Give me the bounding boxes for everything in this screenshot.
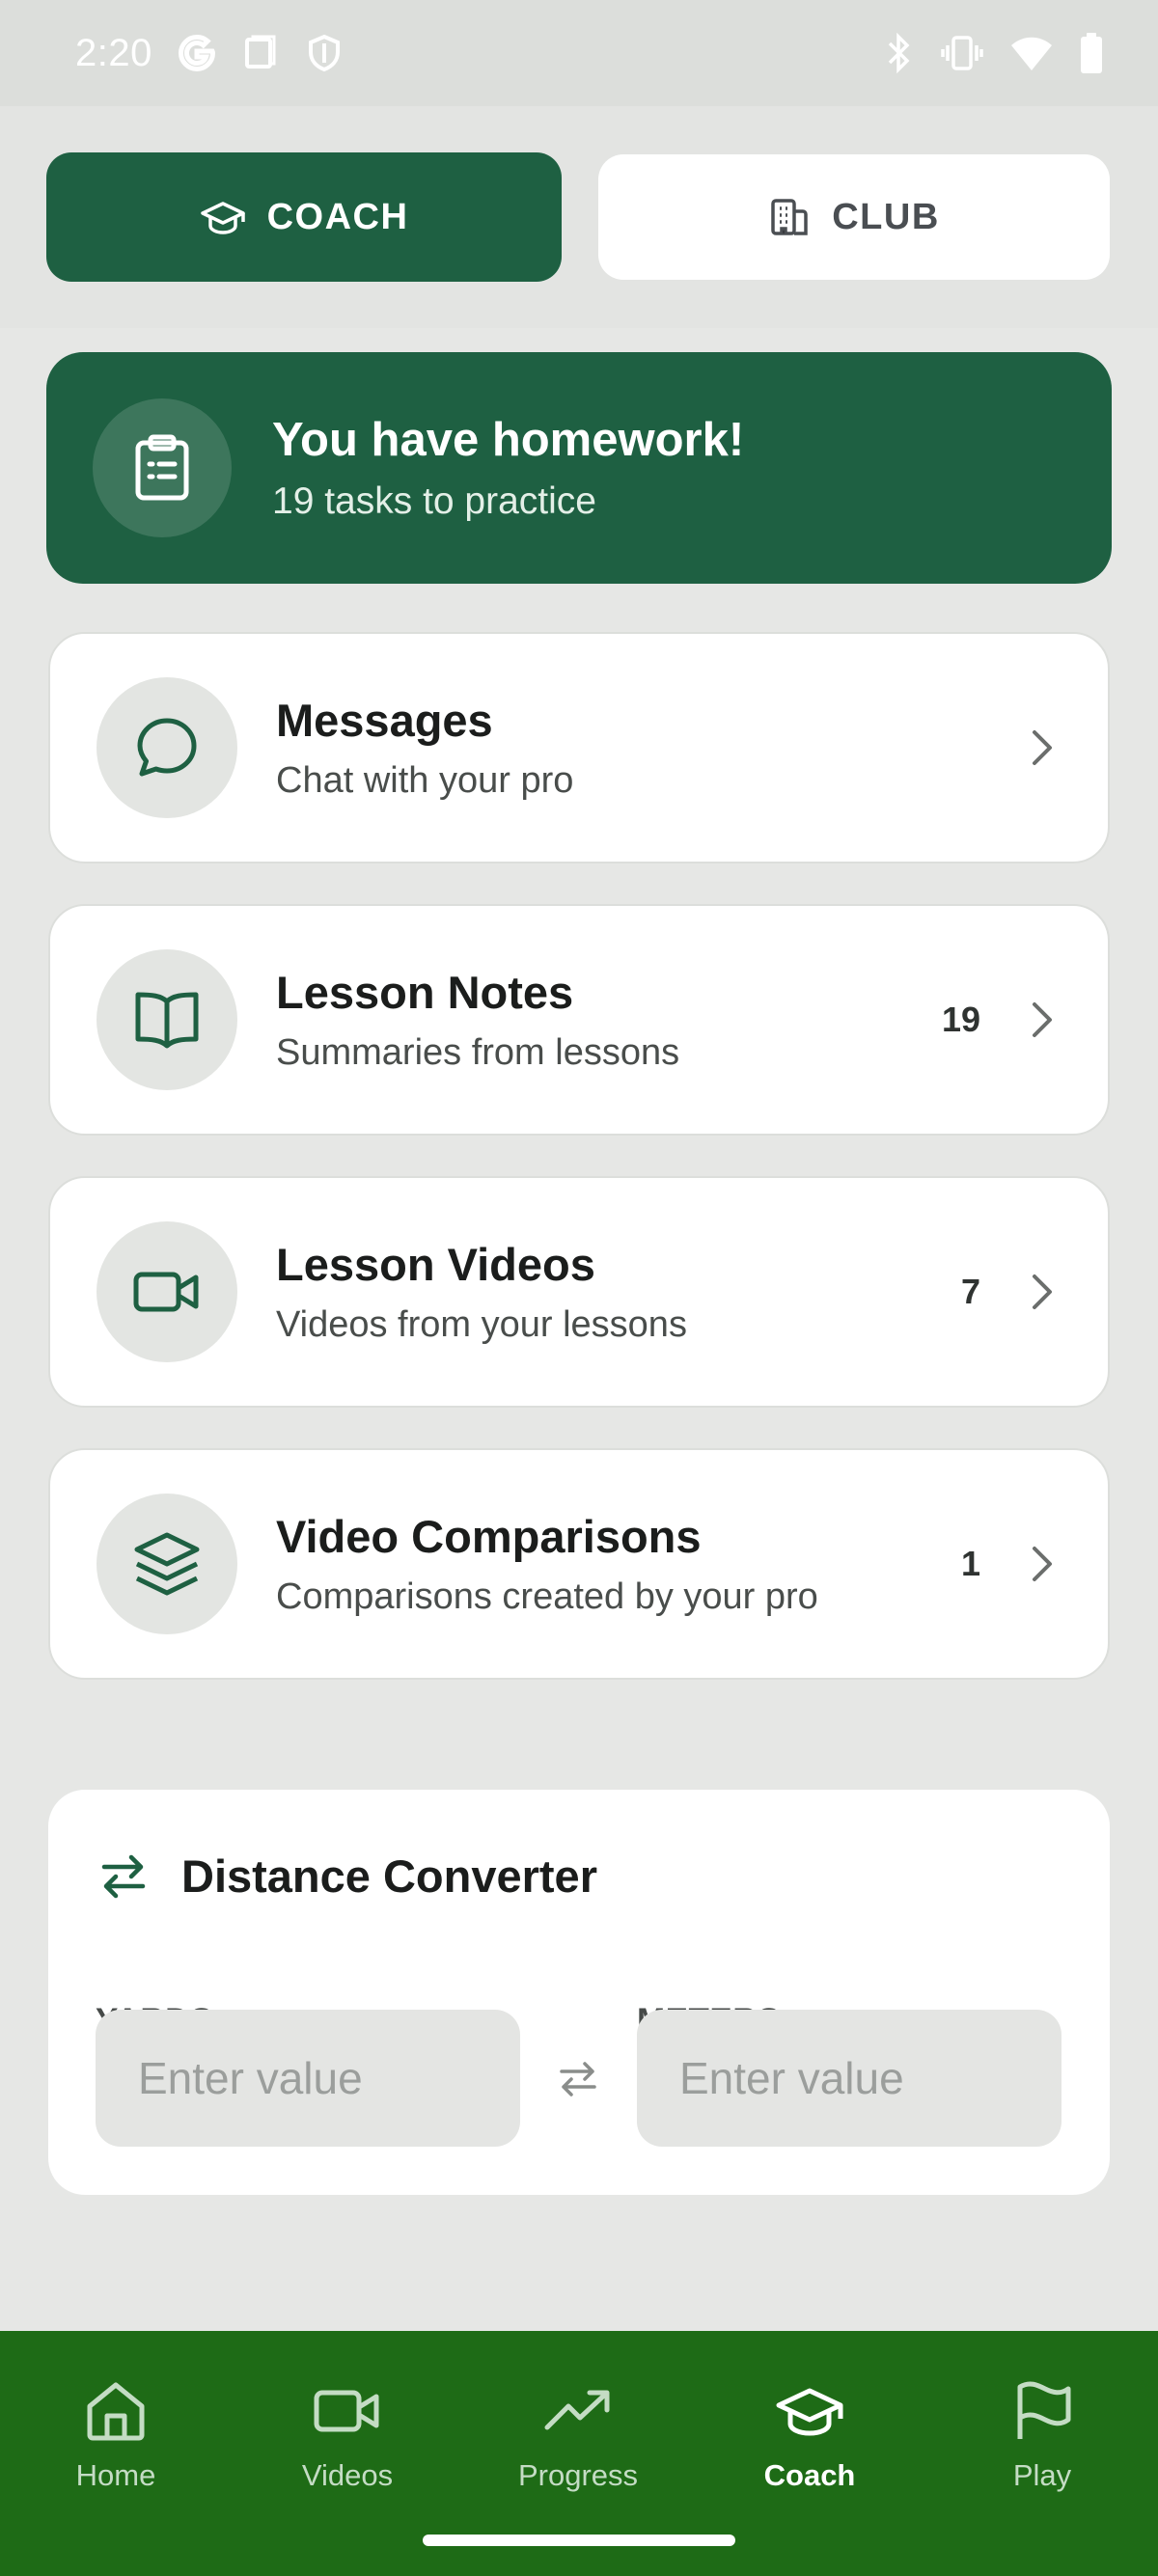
clipboard-icon (130, 434, 194, 502)
card-title: Video Comparisons (276, 1511, 702, 1562)
video-comparisons-text: Video Comparisons Comparisons created by… (276, 1510, 961, 1618)
card-subtitle: Summaries from lessons (276, 1032, 680, 1073)
screen-icon (241, 34, 280, 72)
nav-item-play[interactable]: Play (946, 2379, 1139, 2493)
homework-title: You have homework! (272, 414, 745, 466)
nav-item-progress[interactable]: Progress (482, 2379, 675, 2493)
converter-title: Distance Converter (181, 1850, 597, 1902)
count-badge: 7 (960, 1272, 980, 1311)
wifi-icon (1009, 34, 1054, 72)
messages-card[interactable]: Messages Chat with your pro (48, 632, 1110, 863)
meters-input[interactable] (637, 2010, 1062, 2147)
club-tab-label: CLUB (832, 196, 940, 237)
swap-icon[interactable] (556, 2060, 600, 2098)
messages-icon-circle (96, 677, 237, 818)
count-badge: 1 (960, 1544, 980, 1583)
lesson-videos-icon-circle (96, 1221, 237, 1362)
vibrate-icon (940, 34, 984, 72)
status-bar: 2:20 (0, 0, 1158, 106)
battery-icon (1079, 32, 1104, 74)
trending-up-icon (543, 2379, 613, 2443)
video-comparisons-icon-circle (96, 1494, 237, 1634)
converter-header: Distance Converter (98, 1850, 597, 1903)
card-subtitle: Chat with your pro (276, 760, 574, 801)
card-subtitle: Videos from your lessons (276, 1304, 687, 1345)
card-title: Lesson Videos (276, 1239, 595, 1290)
distance-converter: Distance Converter YARDS METERS (48, 1790, 1110, 2195)
homework-banner[interactable]: You have homework! 19 tasks to practice (46, 352, 1112, 584)
nav-item-videos[interactable]: Videos (251, 2379, 444, 2493)
homework-subtitle: 19 tasks to practice (272, 480, 596, 522)
nav-label: Play (1012, 2458, 1072, 2492)
lesson-notes-icon-circle (96, 949, 237, 1090)
card-subtitle: Comparisons created by your pro (276, 1576, 818, 1617)
home-indicator[interactable] (423, 2535, 735, 2546)
swap-arrows-icon (98, 1851, 149, 1902)
yards-input[interactable] (96, 2010, 520, 2147)
nav-label: Videos (301, 2458, 394, 2492)
layers-icon (132, 1530, 202, 1598)
mode-toggle: COACH CLUB (0, 106, 1158, 328)
homework-text: You have homework! 19 tasks to practice (272, 413, 744, 523)
status-time: 2:20 (75, 31, 152, 74)
coach-tab-label: COACH (266, 196, 409, 237)
lesson-notes-text: Lesson Notes Summaries from lessons (276, 966, 942, 1074)
card-title: Lesson Notes (276, 967, 574, 1018)
chevron-right-icon (1029, 999, 1056, 1041)
club-tab-button[interactable]: CLUB (598, 154, 1110, 280)
graduation-cap-icon (775, 2379, 844, 2443)
status-right (882, 32, 1104, 74)
video-camera-icon (132, 1267, 202, 1317)
lesson-videos-text: Lesson Videos Videos from your lessons (276, 1238, 961, 1346)
video-camera-icon (313, 2379, 382, 2443)
chevron-right-icon (1029, 1271, 1056, 1313)
status-left: 2:20 (75, 32, 344, 75)
shield-icon (305, 34, 344, 72)
coach-tab-button[interactable]: COACH (46, 152, 562, 282)
nav-label: Progress (517, 2458, 639, 2492)
messages-text: Messages Chat with your pro (276, 694, 1029, 802)
chevron-right-icon (1029, 1543, 1056, 1585)
book-icon (132, 988, 202, 1052)
flag-icon (1010, 2379, 1074, 2443)
nav-item-home[interactable]: Home (19, 2379, 212, 2493)
graduation-cap-icon (200, 198, 246, 236)
homework-icon-circle (93, 398, 232, 537)
lesson-notes-card[interactable]: Lesson Notes Summaries from lessons 19 (48, 904, 1110, 1136)
chevron-right-icon (1029, 726, 1056, 769)
google-icon (178, 34, 216, 72)
count-badge: 19 (941, 1000, 980, 1039)
nav-label: Coach (763, 2458, 856, 2492)
building-icon (768, 196, 811, 238)
home-icon (84, 2379, 148, 2443)
chat-bubble-icon (132, 713, 202, 782)
nav-item-coach[interactable]: Coach (713, 2379, 906, 2493)
lesson-videos-card[interactable]: Lesson Videos Videos from your lessons 7 (48, 1176, 1110, 1408)
video-comparisons-card[interactable]: Video Comparisons Comparisons created by… (48, 1448, 1110, 1680)
bluetooth-icon (882, 32, 915, 74)
nav-label: Home (75, 2458, 156, 2492)
card-title: Messages (276, 695, 493, 746)
